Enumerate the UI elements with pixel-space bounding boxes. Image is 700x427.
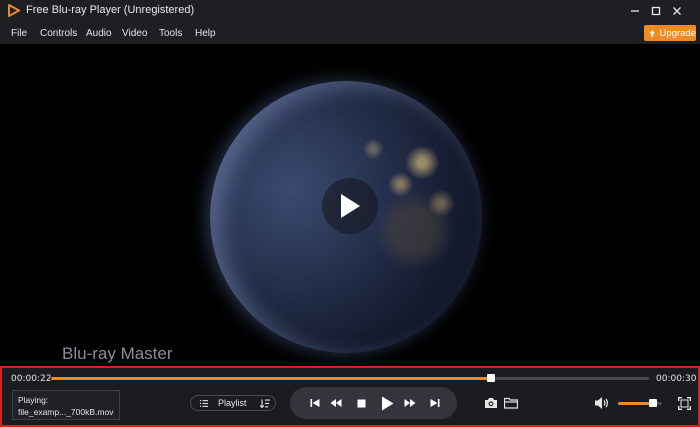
stop-icon xyxy=(357,399,365,407)
playlist-label: Playlist xyxy=(218,398,247,408)
stop-button[interactable] xyxy=(354,396,368,410)
menu-file[interactable]: File xyxy=(11,28,27,39)
playlist-button[interactable]: Playlist xyxy=(190,395,276,411)
now-playing-box: Playing: file_examp..._700kB.mov xyxy=(12,390,120,420)
video-display[interactable]: Blu-ray Master xyxy=(0,44,700,366)
list-icon xyxy=(200,400,208,407)
window-title: Free Blu-ray Player (Unregistered) xyxy=(26,4,195,16)
app-logo-icon xyxy=(8,4,20,17)
upgrade-label: Upgrade xyxy=(659,27,696,39)
watermark: Blu-ray Master xyxy=(62,344,173,363)
minimize-icon xyxy=(631,10,639,12)
menu-audio[interactable]: Audio xyxy=(86,28,112,39)
fast-forward-icon xyxy=(404,399,416,407)
skip-next-icon xyxy=(430,399,440,407)
seek-handle[interactable] xyxy=(486,374,495,382)
play-button[interactable] xyxy=(379,394,395,412)
menu-help[interactable]: Help xyxy=(195,28,216,39)
seek-bar[interactable] xyxy=(51,374,649,382)
seek-progress xyxy=(51,377,491,380)
total-time: 00:00:30 xyxy=(656,374,697,384)
volume-slider[interactable] xyxy=(618,399,662,407)
skip-previous-icon xyxy=(310,399,320,407)
minimize-button[interactable] xyxy=(627,3,643,19)
volume-handle[interactable] xyxy=(649,399,658,407)
upgrade-button[interactable]: Upgrade xyxy=(644,25,696,41)
current-time: 00:00:22 xyxy=(11,374,52,384)
close-button[interactable] xyxy=(669,3,685,19)
maximize-button[interactable] xyxy=(648,3,664,19)
play-icon xyxy=(381,396,393,410)
play-icon xyxy=(341,194,360,218)
camera-icon[interactable] xyxy=(484,397,498,409)
rewind-button[interactable] xyxy=(329,396,343,410)
menu-video[interactable]: Video xyxy=(122,28,147,39)
folder-icon[interactable] xyxy=(504,397,518,409)
close-icon xyxy=(673,7,681,15)
control-panel: 00:00:22 00:00:30 Playing: file_examp...… xyxy=(0,366,700,427)
title-bar: Free Blu-ray Player (Unregistered) xyxy=(0,0,700,22)
now-playing-label: Playing: xyxy=(18,395,49,405)
fast-forward-button[interactable] xyxy=(403,396,417,410)
upgrade-arrow-icon xyxy=(649,29,656,37)
fullscreen-icon[interactable] xyxy=(678,397,691,410)
center-play-button[interactable] xyxy=(322,178,378,234)
volume-icon[interactable] xyxy=(594,396,610,410)
previous-button[interactable] xyxy=(308,396,322,410)
sort-icon[interactable] xyxy=(260,399,270,408)
transport-controls xyxy=(290,387,457,419)
next-button[interactable] xyxy=(428,396,442,410)
menu-tools[interactable]: Tools xyxy=(159,28,182,39)
menu-bar: File Controls Audio Video Tools Help xyxy=(0,22,700,44)
rewind-icon xyxy=(330,399,342,407)
menu-controls[interactable]: Controls xyxy=(40,28,77,39)
maximize-icon xyxy=(651,6,661,16)
volume-level xyxy=(618,402,654,405)
now-playing-file: file_examp..._700kB.mov xyxy=(18,407,114,417)
